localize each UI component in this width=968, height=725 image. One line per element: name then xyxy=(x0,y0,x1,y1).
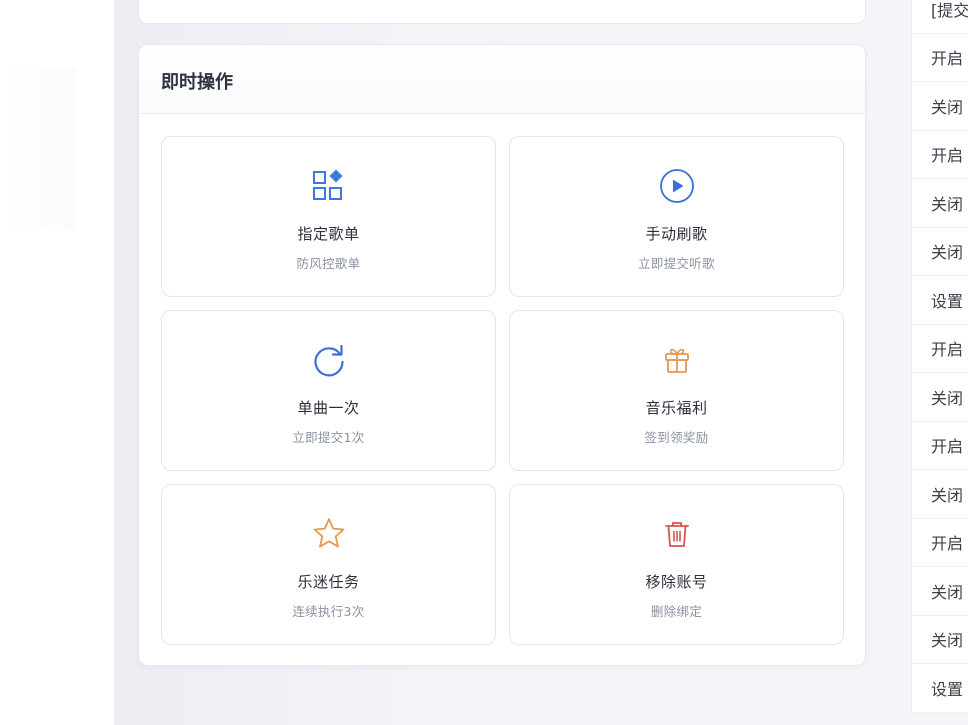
action-label: 手动刷歌 xyxy=(645,225,708,243)
trash-icon xyxy=(658,515,696,553)
action-desc: 防风控歌单 xyxy=(296,256,361,271)
action-label: 乐迷任务 xyxy=(297,573,360,591)
apps-grid-icon xyxy=(310,167,348,205)
action-label: 单曲一次 xyxy=(297,399,360,417)
left-panel-shade xyxy=(0,68,76,230)
action-desc: 连续执行3次 xyxy=(292,604,365,619)
left-panel xyxy=(0,0,114,725)
log-item: 关闭 xyxy=(912,470,968,519)
log-item: 关闭 xyxy=(912,567,968,616)
log-item: 设置 xyxy=(912,664,968,713)
action-desc: 立即提交1次 xyxy=(292,430,365,445)
right-panel: [提交 开启 关闭 开启 关闭 关闭 设置 开启 关闭 开启 关闭 开启 关闭 … xyxy=(888,0,968,725)
log-list: [提交 开启 关闭 开启 关闭 关闭 设置 开启 关闭 开启 关闭 开启 关闭 … xyxy=(911,0,968,713)
log-item: 关闭 xyxy=(912,228,968,276)
log-item: 关闭 xyxy=(912,82,968,131)
action-label: 指定歌单 xyxy=(297,225,360,243)
previous-card xyxy=(138,0,866,24)
log-item: 开启 xyxy=(912,34,968,82)
log-item: 关闭 xyxy=(912,616,968,664)
quick-actions-card: 即时操作 指定歌单 防风控歌单 手动刷歌 立即提交听歌 单曲一次 立即提交1次 … xyxy=(138,44,866,666)
log-item: [提交 xyxy=(912,0,968,34)
action-single-track-button[interactable]: 单曲一次 立即提交1次 xyxy=(161,310,496,471)
action-grid: 指定歌单 防风控歌单 手动刷歌 立即提交听歌 单曲一次 立即提交1次 音乐福利 … xyxy=(161,136,844,645)
action-manual-play-button[interactable]: 手动刷歌 立即提交听歌 xyxy=(509,136,844,297)
action-label: 音乐福利 xyxy=(645,399,708,417)
log-item: 关闭 xyxy=(912,179,968,228)
main-content: 即时操作 指定歌单 防风控歌单 手动刷歌 立即提交听歌 单曲一次 立即提交1次 … xyxy=(114,0,888,725)
action-desc: 删除绑定 xyxy=(650,604,703,619)
log-item: 开启 xyxy=(912,131,968,179)
star-icon xyxy=(310,515,348,553)
action-playlist-button[interactable]: 指定歌单 防风控歌单 xyxy=(161,136,496,297)
play-circle-icon xyxy=(658,167,696,205)
log-item: 开启 xyxy=(912,422,968,470)
action-desc: 签到领奖励 xyxy=(644,430,709,445)
action-fan-task-button[interactable]: 乐迷任务 连续执行3次 xyxy=(161,484,496,645)
action-label: 移除账号 xyxy=(645,573,708,591)
card-title: 即时操作 xyxy=(161,72,233,93)
log-item: 关闭 xyxy=(912,373,968,422)
log-item: 设置 xyxy=(912,276,968,325)
action-remove-account-button[interactable]: 移除账号 删除绑定 xyxy=(509,484,844,645)
action-music-reward-button[interactable]: 音乐福利 签到领奖励 xyxy=(509,310,844,471)
gift-icon xyxy=(658,341,696,379)
refresh-icon xyxy=(310,341,348,379)
action-desc: 立即提交听歌 xyxy=(638,256,715,271)
log-item: 开启 xyxy=(912,519,968,567)
log-item: 开启 xyxy=(912,325,968,373)
card-header: 即时操作 xyxy=(139,45,865,114)
